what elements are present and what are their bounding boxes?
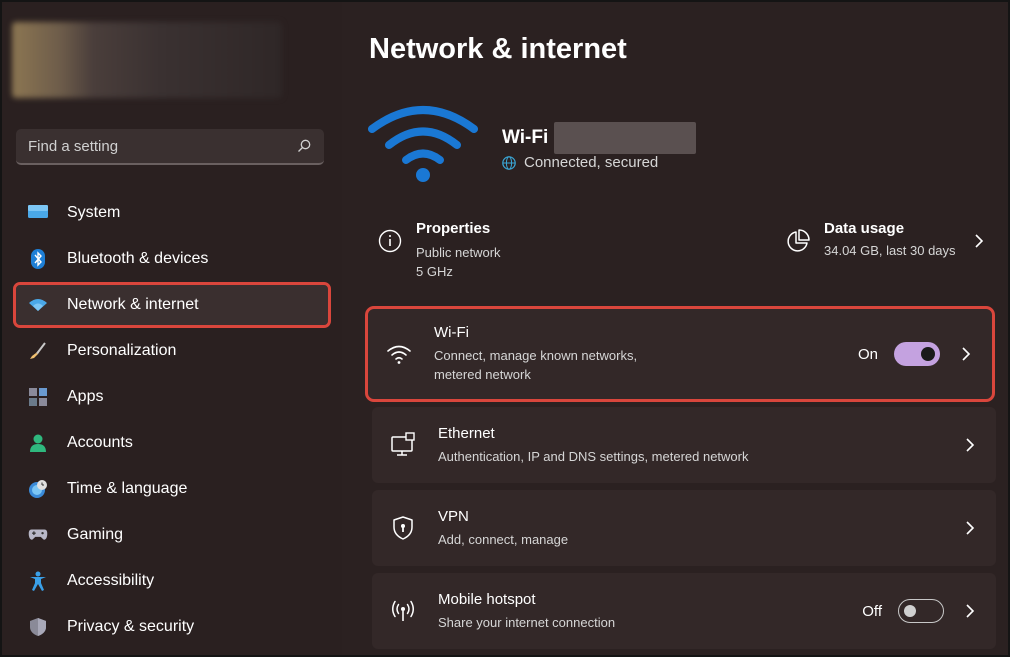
vpn-shield-icon	[393, 516, 413, 540]
properties-network-type: Public network	[416, 245, 501, 260]
sidebar-item-bluetooth[interactable]: Bluetooth & devices	[16, 236, 328, 282]
search-icon[interactable]	[296, 138, 312, 154]
connection-type: Wi-Fi	[502, 127, 549, 148]
settings-window: System Bluetooth & devices Network & int…	[0, 0, 1010, 657]
toggle-knob	[921, 347, 936, 361]
chevron-right-icon	[966, 521, 975, 535]
clock-globe-icon	[28, 479, 48, 499]
wifi-icon	[387, 345, 411, 364]
ethernet-card-title: Ethernet	[438, 424, 495, 442]
toggle-knob	[904, 604, 916, 617]
connection-status-text: Connected, secured	[524, 154, 659, 171]
wifi-toggle-state: On	[858, 345, 879, 363]
data-usage-value: 34.04 GB, last 30 days	[824, 243, 956, 258]
data-usage-link[interactable]: Data usage 34.04 GB, last 30 days	[786, 220, 956, 258]
sidebar-item-label: Gaming	[67, 526, 124, 543]
sidebar-nav: System Bluetooth & devices Network & int…	[13, 190, 331, 650]
chevron-right-icon	[962, 347, 971, 361]
sidebar-item-network[interactable]: Network & internet	[13, 282, 331, 328]
apps-icon	[28, 387, 48, 407]
wifi-large-icon	[368, 106, 478, 182]
sidebar-item-label: Accounts	[67, 434, 133, 451]
gamepad-icon	[28, 525, 48, 545]
ethernet-settings-card[interactable]: Ethernet Authentication, IP and DNS sett…	[372, 407, 996, 483]
shield-icon	[28, 617, 48, 637]
page-title: Network & internet	[369, 33, 627, 65]
search-box[interactable]	[16, 129, 324, 165]
ethernet-card-description: Authentication, IP and DNS settings, met…	[438, 448, 749, 464]
hotspot-card-description: Share your internet connection	[438, 614, 616, 630]
chevron-right-icon	[966, 604, 975, 618]
wifi-card-title: Wi-Fi	[434, 324, 469, 341]
vpn-card-description: Add, connect, manage	[438, 531, 569, 547]
user-profile-blurred[interactable]	[12, 22, 282, 98]
brush-icon	[28, 341, 48, 361]
sidebar-item-label: Accessibility	[67, 572, 155, 589]
hotspot-card-title: Mobile hotspot	[438, 590, 536, 608]
redacted-network-name	[554, 122, 697, 154]
properties-band: 5 GHz	[416, 264, 453, 279]
wifi-card-description: Connect, manage known networks, metered …	[434, 348, 638, 382]
chevron-right-icon[interactable]	[973, 233, 985, 249]
sidebar-item-apps[interactable]: Apps	[16, 374, 328, 420]
sidebar-item-label: Privacy & security	[67, 618, 195, 635]
sidebar: System Bluetooth & devices Network & int…	[2, 2, 342, 655]
sidebar-item-label: System	[67, 204, 121, 221]
bluetooth-icon	[28, 249, 48, 269]
sidebar-item-label: Time & language	[67, 480, 188, 497]
sidebar-item-accessibility[interactable]: Accessibility	[16, 558, 328, 604]
connection-status: Connected, secured	[502, 154, 658, 171]
sidebar-item-label: Network & internet	[67, 296, 199, 313]
hotspot-toggle[interactable]	[898, 599, 944, 623]
vpn-settings-card[interactable]: VPN Add, connect, manage	[372, 490, 996, 566]
properties-title: Properties	[416, 220, 491, 237]
info-icon	[378, 229, 402, 253]
main-content: Network & internet Wi-Fi Connected, secu…	[342, 2, 1008, 655]
sidebar-item-gaming[interactable]: Gaming	[16, 512, 328, 558]
vpn-card-title: VPN	[438, 507, 469, 525]
mobile-hotspot-card[interactable]: Mobile hotspot Share your internet conne…	[372, 573, 996, 649]
sidebar-item-label: Bluetooth & devices	[67, 250, 209, 267]
sidebar-item-accounts[interactable]: Accounts	[16, 420, 328, 466]
wifi-toggle[interactable]	[894, 342, 941, 366]
chevron-right-icon	[966, 438, 975, 452]
properties-link[interactable]: Properties Public network 5 GHz	[378, 220, 501, 281]
pie-chart-icon	[787, 229, 810, 252]
ethernet-icon	[391, 432, 415, 456]
sidebar-item-system[interactable]: System	[16, 190, 328, 236]
connection-name: Wi-Fi	[502, 122, 697, 154]
network-icon	[28, 295, 48, 315]
sidebar-item-personalization[interactable]: Personalization	[16, 328, 328, 374]
system-icon	[28, 203, 48, 223]
accounts-icon	[28, 433, 48, 453]
data-usage-title: Data usage	[824, 220, 905, 237]
search-input[interactable]	[28, 137, 296, 155]
hotspot-icon	[392, 600, 414, 621]
sidebar-item-time-language[interactable]: Time & language	[16, 466, 328, 512]
globe-icon	[502, 155, 516, 170]
accessibility-icon	[28, 571, 48, 591]
hotspot-toggle-state: Off	[862, 602, 882, 620]
sidebar-item-privacy-security[interactable]: Privacy & security	[16, 604, 328, 650]
sidebar-item-label: Personalization	[67, 342, 177, 359]
sidebar-item-label: Apps	[67, 388, 104, 405]
wifi-settings-card[interactable]: Wi-Fi Connect, manage known networks, me…	[365, 306, 995, 402]
